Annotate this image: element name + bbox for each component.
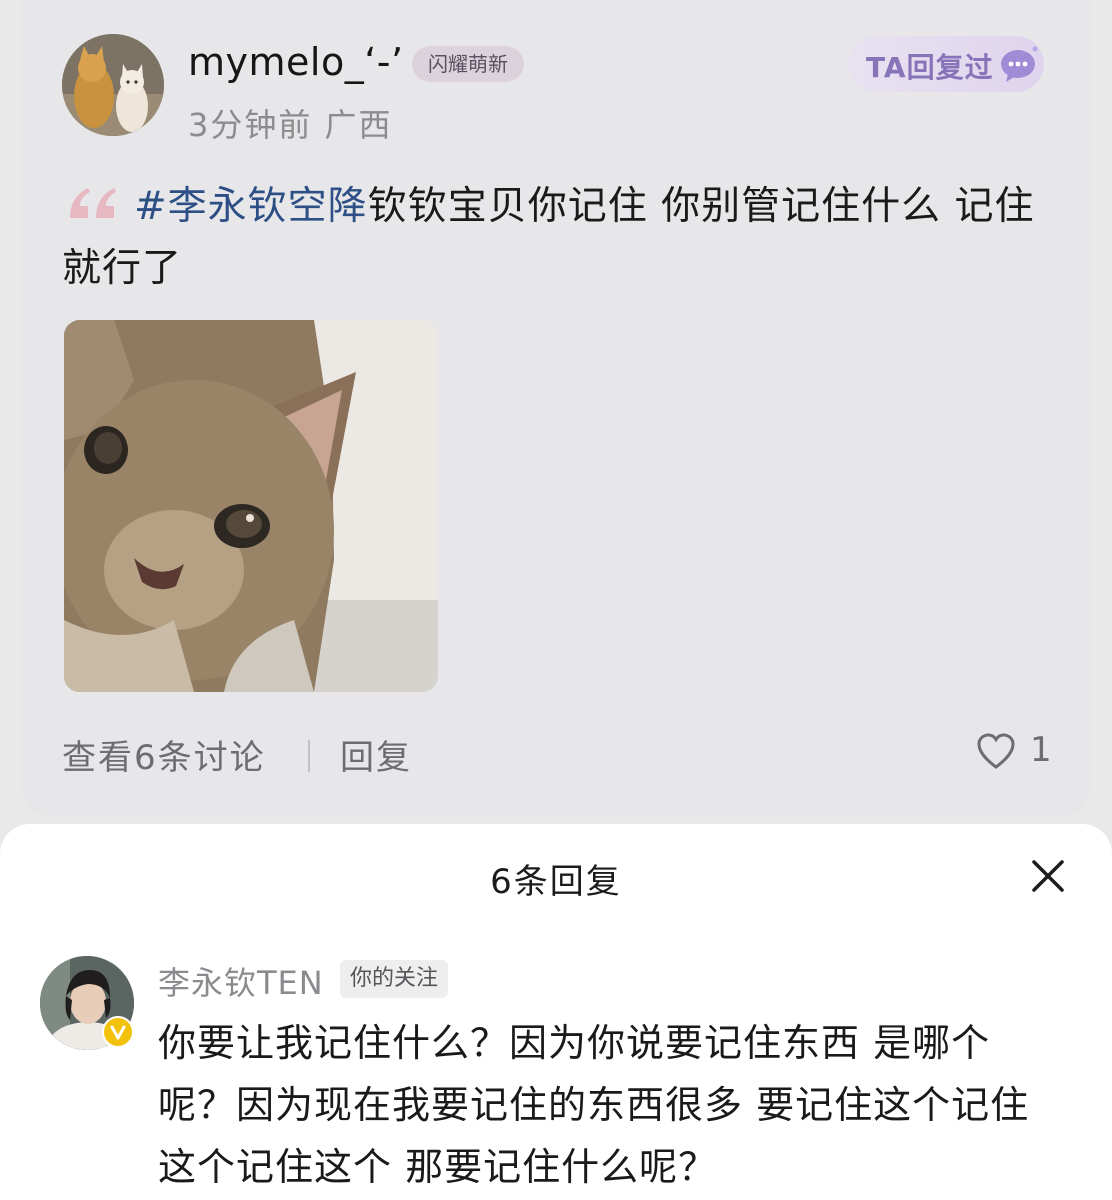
cat-photo xyxy=(64,320,438,692)
post-username[interactable]: mymelo_‘-’ xyxy=(188,40,404,84)
post-time: 3分钟前 xyxy=(188,106,313,144)
heart-icon[interactable] xyxy=(976,732,1016,770)
user-level-badge: 闪耀萌新 xyxy=(412,46,524,82)
post-image-cat[interactable] xyxy=(64,320,438,692)
post-location: 广西 xyxy=(324,106,393,144)
reply-username[interactable]: 李永钦TEN xyxy=(158,958,324,1004)
sheet-title: 6条回复 xyxy=(490,862,622,902)
user-avatar[interactable] xyxy=(62,34,164,136)
chat-bubble-icon xyxy=(1001,46,1038,82)
post-content: #李永钦空降钦钦宝贝你记住 你别管记住什么 记住就行了 xyxy=(62,176,1052,300)
action-divider xyxy=(308,740,310,772)
reply-text: 你要让我记住什么？因为你说要记住东西 是哪个呢？因为现在我要记住的东西很多 要记… xyxy=(158,1021,1030,1189)
like-count: 1 xyxy=(1030,730,1052,770)
replied-badge-label: TA回复过 xyxy=(866,51,994,84)
view-discussion-link[interactable]: 查看6条讨论 xyxy=(62,730,266,779)
post-hashtag[interactable]: #李永钦空降 xyxy=(134,184,368,229)
verified-v-icon xyxy=(102,1016,134,1048)
verified-v-glyph xyxy=(110,1025,126,1040)
post-meta: 3分钟前 广西 xyxy=(188,100,393,146)
avatar-cats-image xyxy=(62,34,164,136)
reply-button[interactable]: 回复 xyxy=(340,730,412,779)
replied-badge: TA回复过 xyxy=(848,36,1044,92)
close-icon[interactable] xyxy=(1022,850,1074,902)
follow-tag: 你的关注 xyxy=(340,960,449,998)
